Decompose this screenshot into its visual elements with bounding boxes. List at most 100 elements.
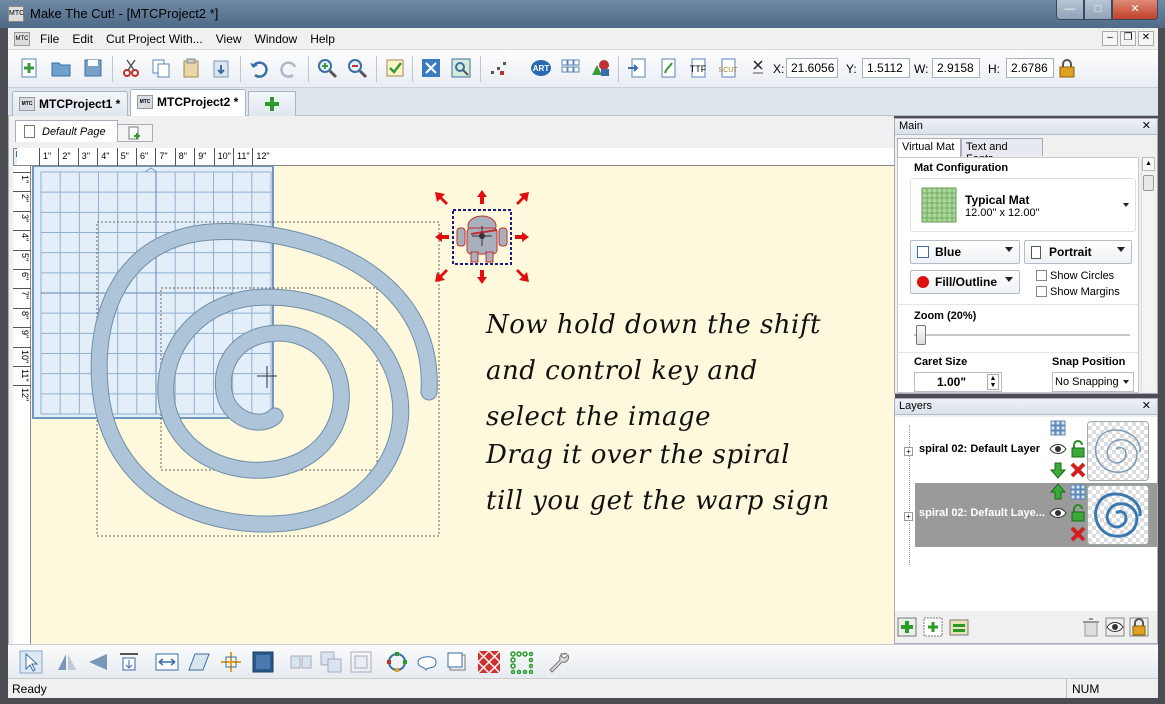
layer-grid-icon[interactable]: [1069, 483, 1087, 501]
x-field[interactable]: 21.6056: [786, 58, 838, 78]
spinner-icon[interactable]: ▲ ▼: [987, 374, 999, 390]
main-panel-scrollbar[interactable]: ▲: [1141, 157, 1155, 391]
wrench-icon[interactable]: [546, 649, 572, 675]
node-edit-icon[interactable]: [384, 649, 410, 675]
trace-icon[interactable]: [654, 55, 680, 81]
delete-layer-icon[interactable]: [1069, 525, 1087, 543]
show-circles-checkbox[interactable]: Show Circles: [1036, 270, 1114, 282]
zoom-slider-track[interactable]: [914, 325, 1130, 345]
open-folder-icon[interactable]: [48, 55, 74, 81]
outline-icon[interactable]: [444, 649, 470, 675]
mdi-restore-button[interactable]: ❐: [1120, 31, 1136, 46]
distribute-icon[interactable]: [154, 649, 180, 675]
caret-size-input[interactable]: 1.00" ▲ ▼: [914, 372, 1002, 392]
paste-special-icon[interactable]: [208, 55, 234, 81]
expand-layer-2-icon[interactable]: +: [904, 512, 913, 521]
page-tab-default[interactable]: Default Page: [15, 120, 118, 142]
y-field[interactable]: 1.5112: [862, 58, 910, 78]
undo-icon[interactable]: [246, 55, 272, 81]
add-project-button[interactable]: [248, 91, 296, 116]
menu-edit[interactable]: Edit: [72, 32, 100, 46]
lock-all-icon[interactable]: [1129, 617, 1149, 637]
flip-vertical-icon[interactable]: [86, 649, 112, 675]
close-button[interactable]: ✕: [1112, 0, 1158, 20]
virtual-mat-canvas[interactable]: Now hold down the shift and control key …: [31, 166, 895, 644]
fill-shape-icon[interactable]: [250, 649, 276, 675]
intersect-icon[interactable]: [348, 649, 374, 675]
paste-icon[interactable]: [178, 55, 204, 81]
layer-grid-icon[interactable]: [1049, 419, 1067, 437]
lock-icon[interactable]: [1054, 55, 1080, 81]
zoom-out-icon[interactable]: [344, 55, 370, 81]
text-tool-icon[interactable]: TTF: [684, 55, 710, 81]
move-down-icon[interactable]: [1049, 461, 1067, 479]
zoom-slider-handle[interactable]: [916, 325, 926, 345]
unlocked-icon[interactable]: [1069, 504, 1087, 522]
visibility-all-icon[interactable]: [1105, 617, 1125, 637]
maximize-button[interactable]: □: [1084, 0, 1112, 20]
svg-import-icon[interactable]: SCUT: [714, 55, 740, 81]
menu-help[interactable]: Help: [310, 32, 342, 46]
layer-row-2[interactable]: spiral 02: Default Laye...: [915, 483, 1157, 547]
menu-file[interactable]: File: [40, 32, 66, 46]
merge-icon[interactable]: [318, 649, 344, 675]
show-margins-checkbox[interactable]: Show Margins: [1036, 286, 1120, 298]
select-tool-icon[interactable]: [18, 649, 44, 675]
pattern-fill-icon[interactable]: [476, 649, 502, 675]
save-icon[interactable]: [80, 55, 106, 81]
mat-settings-icon[interactable]: [418, 55, 444, 81]
expand-layer-1-icon[interactable]: +: [904, 447, 913, 456]
trash-icon[interactable]: [1081, 617, 1101, 637]
main-panel-close-icon[interactable]: ✕: [1142, 119, 1151, 132]
copy-icon[interactable]: [148, 55, 174, 81]
checklist-icon[interactable]: [382, 55, 408, 81]
eye-icon[interactable]: [1049, 440, 1067, 458]
tab-mtcproject1[interactable]: MTC MTCProject1 *: [12, 91, 128, 116]
zoom-window-icon[interactable]: [448, 55, 474, 81]
tab-mtcproject2[interactable]: MTC MTCProject2 *: [130, 89, 246, 116]
import-doc-icon[interactable]: [624, 55, 650, 81]
snap-points-icon[interactable]: [486, 55, 512, 81]
shadow-icon[interactable]: [414, 649, 440, 675]
weld-icon[interactable]: [288, 649, 314, 675]
add-sublayer-icon[interactable]: [923, 617, 943, 637]
delete-layer-icon[interactable]: [1069, 461, 1087, 479]
tab-text-and-fonts[interactable]: Text and Fonts: [961, 138, 1043, 165]
add-layer-icon[interactable]: [897, 617, 917, 637]
eye-icon[interactable]: [1049, 504, 1067, 522]
skew-icon[interactable]: [186, 649, 212, 675]
layers-panel-close-icon[interactable]: ✕: [1142, 399, 1151, 412]
snap-position-select[interactable]: No Snapping: [1052, 372, 1134, 392]
cut-icon[interactable]: [118, 55, 144, 81]
new-document-icon[interactable]: [16, 55, 42, 81]
art-icon[interactable]: ART: [528, 55, 554, 81]
display-mode-select[interactable]: Fill/Outline: [910, 270, 1020, 294]
add-page-button[interactable]: [117, 124, 153, 142]
flip-horizontal-icon[interactable]: [54, 649, 80, 675]
grid-layout-icon[interactable]: [558, 55, 584, 81]
w-field[interactable]: 2.9158: [932, 58, 980, 78]
unlocked-icon[interactable]: [1069, 440, 1087, 458]
layer-row-1[interactable]: spiral 02: Default Layer: [915, 419, 1157, 483]
menu-window[interactable]: Window: [255, 32, 305, 46]
document-icon[interactable]: MTC: [14, 32, 30, 46]
mdi-close-button[interactable]: ✕: [1138, 31, 1154, 46]
shapes-icon[interactable]: [588, 55, 614, 81]
h-field[interactable]: 2.6786: [1006, 58, 1054, 78]
move-up-icon[interactable]: [1049, 483, 1067, 501]
mat-selector[interactable]: Typical Mat 12.00" x 12.00": [910, 178, 1136, 232]
redo-icon[interactable]: [276, 55, 302, 81]
chain-link-icon[interactable]: [750, 55, 766, 81]
selected-image[interactable]: [435, 190, 529, 284]
zoom-in-icon[interactable]: [314, 55, 340, 81]
align-icon[interactable]: [116, 649, 142, 675]
layer-group-icon[interactable]: [949, 617, 969, 637]
tab-virtual-mat[interactable]: Virtual Mat: [897, 138, 961, 157]
dots-grid-icon[interactable]: [508, 649, 534, 675]
minimize-button[interactable]: —: [1056, 0, 1084, 20]
center-icon[interactable]: [218, 649, 244, 675]
menu-view[interactable]: View: [216, 32, 249, 46]
menu-cut-project-with[interactable]: Cut Project With...: [106, 32, 210, 46]
mdi-minimize-button[interactable]: –: [1102, 31, 1118, 46]
mat-color-select[interactable]: Blue: [910, 240, 1020, 264]
